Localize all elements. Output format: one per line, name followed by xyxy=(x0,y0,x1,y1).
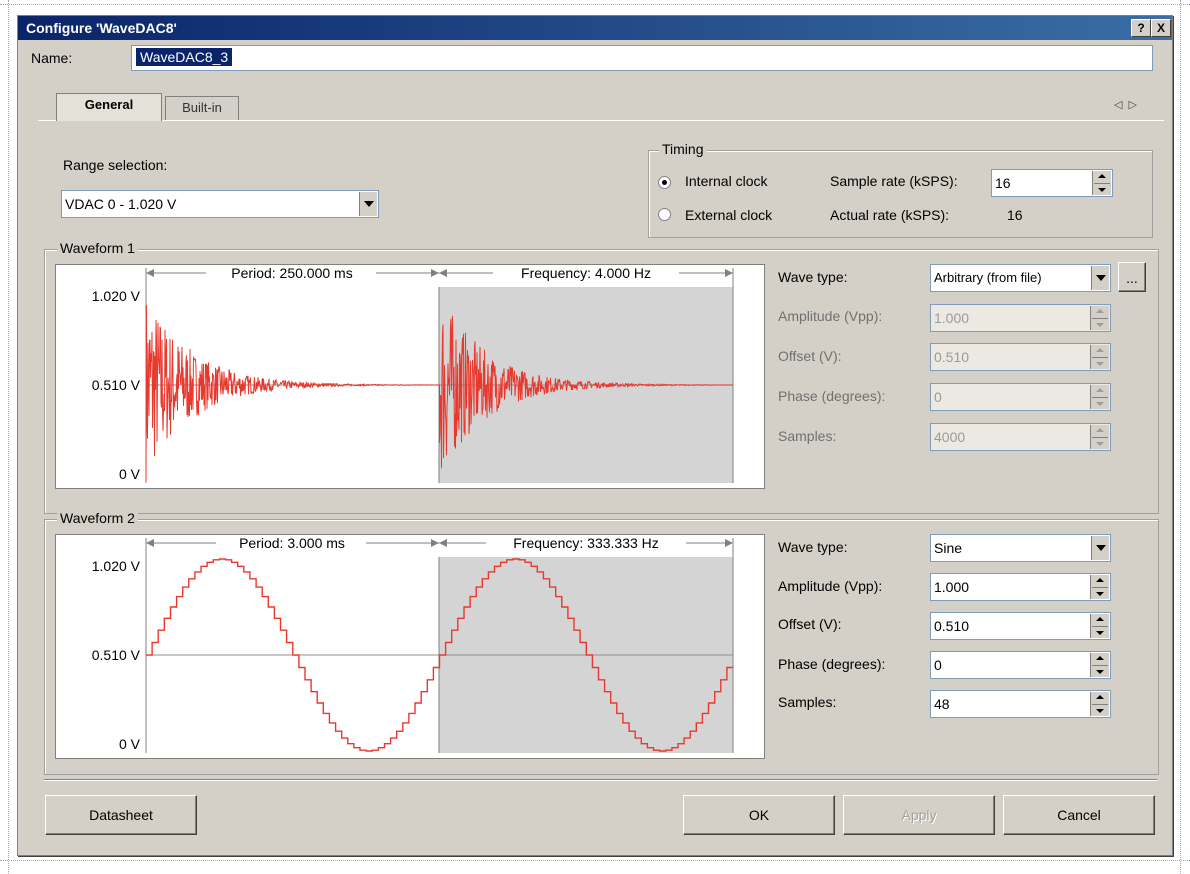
frequency-label: Frequency: 333.333 Hz xyxy=(513,535,659,551)
sample-rate-label: Sample rate (kSPS): xyxy=(830,173,958,189)
tab-scroll-right-icon[interactable]: ▷ xyxy=(1128,99,1142,111)
stepper-divider xyxy=(1092,318,1108,319)
wf1-offset-value: 0.510 xyxy=(934,349,970,365)
wf2-samples-input[interactable]: 48 xyxy=(930,690,1111,718)
stepper-divider xyxy=(1092,397,1108,398)
wf2-samples-label: Samples: xyxy=(778,694,837,710)
ok-button[interactable]: OK xyxy=(683,795,835,835)
stepper-divider xyxy=(1092,437,1108,438)
waveform1-svg: Period: 250.000 ms Frequency: 4.000 Hz 1… xyxy=(92,265,734,483)
wf2-amplitude-label: Amplitude (Vpp): xyxy=(778,578,883,594)
tab-builtin-label: Built-in xyxy=(182,100,222,115)
wf2-offset-value: 0.510 xyxy=(934,618,970,634)
wf2-wave-type-value: Sine xyxy=(934,540,963,556)
wf1-phase-value: 0 xyxy=(934,389,942,405)
wf1-amplitude-value: 1.000 xyxy=(934,310,970,326)
tab-scroll-arrows[interactable]: ◁▷ xyxy=(1114,98,1143,111)
wf2-offset-label: Offset (V): xyxy=(778,616,842,632)
wf1-samples-input: 4000 xyxy=(930,423,1111,451)
close-button[interactable]: X xyxy=(1151,19,1171,37)
y-tick-top: 1.020 V xyxy=(92,288,141,304)
configure-dialog: Configure 'WaveDAC8' ? X Name: WaveDAC8_… xyxy=(17,15,1173,856)
timing-group: Timing Internal clock External clock Sam… xyxy=(648,141,1153,238)
wf1-amplitude-input: 1.000 xyxy=(930,304,1111,332)
wf1-samples-value: 4000 xyxy=(934,429,966,445)
wf1-phase-input: 0 xyxy=(930,383,1111,411)
wf2-amplitude-value: 1.000 xyxy=(934,579,970,595)
wf2-wave-type-select[interactable]: Sine xyxy=(930,534,1111,562)
frequency-label: Frequency: 4.000 Hz xyxy=(521,265,651,281)
stepper-divider xyxy=(1092,665,1108,666)
wf2-phase-label: Phase (degrees): xyxy=(778,656,886,672)
wf1-samples-label: Samples: xyxy=(778,428,837,444)
datasheet-button[interactable]: Datasheet xyxy=(45,795,197,835)
tab-scroll-left-icon[interactable]: ◁ xyxy=(1114,99,1128,111)
y-tick-mid: 0.510 V xyxy=(92,647,141,663)
wf2-phase-value: 0 xyxy=(934,657,942,673)
tab-general[interactable]: General xyxy=(56,93,162,121)
y-tick-bottom: 0 V xyxy=(119,736,141,752)
period-label: Period: 250.000 ms xyxy=(231,265,352,281)
name-label: Name: xyxy=(31,50,73,66)
stepper-divider xyxy=(1094,183,1110,184)
apply-button: Apply xyxy=(843,795,995,835)
wf1-browse-button[interactable]: ... xyxy=(1118,262,1146,292)
button-separator xyxy=(44,779,1157,781)
range-selection-value: VDAC 0 - 1.020 V xyxy=(65,196,177,212)
y-tick-top: 1.020 V xyxy=(92,558,141,574)
external-clock-label: External clock xyxy=(685,207,773,223)
wf2-samples-value: 48 xyxy=(934,696,950,712)
wf2-amplitude-input[interactable]: 1.000 xyxy=(930,573,1111,601)
y-tick-mid: 0.510 V xyxy=(92,377,141,393)
name-input[interactable]: WaveDAC8_3 xyxy=(131,45,1153,71)
sample-rate-value: 16 xyxy=(995,175,1011,191)
chevron-down-icon[interactable] xyxy=(359,192,377,216)
timing-title: Timing xyxy=(659,141,707,157)
tab-panel-top-border xyxy=(38,120,1164,121)
wf1-phase-label: Phase (degrees): xyxy=(778,388,886,404)
waveform1-title: Waveform 1 xyxy=(57,240,138,256)
wf2-offset-input[interactable]: 0.510 xyxy=(930,612,1111,640)
wf2-wave-type-label: Wave type: xyxy=(778,539,848,555)
range-selection-label: Range selection: xyxy=(63,157,168,173)
waveform1-plot: Period: 250.000 ms Frequency: 4.000 Hz 1… xyxy=(55,264,765,489)
window-title: Configure 'WaveDAC8' xyxy=(26,20,177,36)
cancel-button[interactable]: Cancel xyxy=(1003,795,1155,835)
tab-general-label: General xyxy=(84,97,134,112)
waveform2-plot: Period: 3.000 ms Frequency: 333.333 Hz 1… xyxy=(55,534,765,759)
wf1-offset-input: 0.510 xyxy=(930,343,1111,371)
wf2-phase-input[interactable]: 0 xyxy=(930,651,1111,679)
name-value: WaveDAC8_3 xyxy=(136,48,233,66)
stepper-divider xyxy=(1092,357,1108,358)
external-clock-radio[interactable] xyxy=(658,208,671,221)
range-selection-select[interactable]: VDAC 0 - 1.020 V xyxy=(61,190,379,218)
internal-clock-label: Internal clock xyxy=(685,173,768,189)
chevron-down-icon[interactable] xyxy=(1091,266,1109,290)
waveform2-svg: Period: 3.000 ms Frequency: 333.333 Hz 1… xyxy=(92,535,734,753)
chevron-down-icon[interactable] xyxy=(1091,536,1109,560)
wf1-wave-type-value: Arbitrary (from file) xyxy=(934,270,1042,285)
stepper-divider xyxy=(1092,587,1108,588)
stepper-divider xyxy=(1092,704,1108,705)
actual-rate-value: 16 xyxy=(1007,207,1023,223)
actual-rate-label: Actual rate (kSPS): xyxy=(830,207,950,223)
wf1-offset-label: Offset (V): xyxy=(778,348,842,364)
title-bar[interactable]: Configure 'WaveDAC8' ? X xyxy=(18,16,1172,40)
y-tick-bottom: 0 V xyxy=(119,466,141,482)
waveform2-title: Waveform 2 xyxy=(57,510,138,526)
help-button[interactable]: ? xyxy=(1131,19,1151,37)
stepper-divider xyxy=(1092,626,1108,627)
wf1-wave-type-label: Wave type: xyxy=(778,269,848,285)
tab-builtin[interactable]: Built-in xyxy=(165,96,239,121)
sample-rate-input[interactable]: 16 xyxy=(991,169,1113,197)
period-label: Period: 3.000 ms xyxy=(239,535,345,551)
internal-clock-radio[interactable] xyxy=(658,176,671,189)
wf1-wave-type-select[interactable]: Arbitrary (from file) xyxy=(930,264,1111,292)
wf1-amplitude-label: Amplitude (Vpp): xyxy=(778,308,883,324)
